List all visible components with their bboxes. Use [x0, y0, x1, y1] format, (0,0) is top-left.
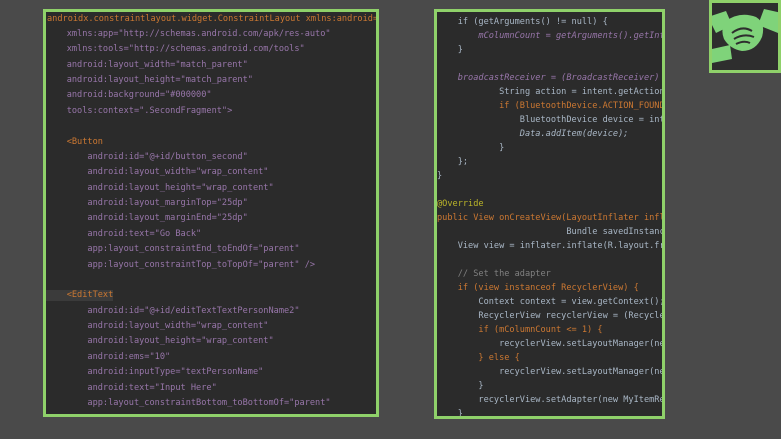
handshake-logo — [709, 0, 781, 73]
code-line: String action = intent.getAction() — [437, 87, 665, 97]
code-line: android:layout_width="match_parent" — [46, 60, 248, 70]
code-line: BluetoothDevice device = intent — [437, 115, 665, 125]
code-line: if (getArguments() != null) { — [437, 17, 608, 27]
code-line: public View onCreateView(LayoutInflater … — [437, 213, 665, 223]
code-line: android:text="Go Back" — [46, 229, 202, 239]
code-line: android:layout_height="match_parent" — [46, 75, 253, 85]
code-line: app:layout_constraintTop_toTopOf="parent… — [46, 260, 316, 270]
code-line: } — [437, 143, 505, 153]
code-line: android:layout_width="wrap_content" — [46, 167, 269, 177]
code-line: } — [437, 409, 463, 419]
code-line: Bundle savedInstanceS — [437, 227, 665, 237]
code-line: android:id="@+id/button_second" — [46, 152, 248, 162]
code-line: xmlns:tools="http://schemas.android.com/… — [46, 44, 305, 54]
code-line: tools:context=".SecondFragment"> — [46, 106, 233, 116]
code-line: android:ems="10" — [46, 352, 171, 362]
code-line: <Button — [46, 137, 103, 147]
code-line: } — [437, 45, 463, 55]
code-line: android:inputType="textPersonName" — [46, 367, 264, 377]
code-line: recyclerView.setLayoutManager(new — [437, 367, 665, 377]
code-line: recyclerView.setAdapter(new MyItemRecyc — [437, 395, 665, 405]
code-line: Data.addItem(device); — [437, 129, 629, 139]
code-line: broadcastReceiver = (BroadcastReceiver) … — [437, 73, 665, 83]
code-line: recyclerView.setLayoutManager(new — [437, 339, 665, 349]
code-line: android:layout_height="wrap_content" — [46, 336, 274, 346]
code-line: @Override — [437, 199, 484, 209]
code-line: <EditText — [46, 290, 114, 301]
code-line: android:background="#000000" — [46, 90, 212, 100]
code-line: androidx.constraintlayout.widget.Constra… — [47, 14, 379, 24]
code-line: } — [437, 381, 484, 391]
code-line: android:text="Input Here" — [46, 383, 217, 393]
java-code-panel: if (getArguments() != null) { mColumnCou… — [434, 9, 665, 419]
code-line: mColumnCount = getArguments().getInt(A — [437, 31, 665, 41]
code-line: Context context = view.getContext(); — [437, 297, 665, 307]
code-line: }; — [437, 157, 469, 167]
code-line: android:layout_marginTop="25dp" — [46, 198, 248, 208]
code-line: } — [437, 171, 443, 181]
code-line: android:layout_marginEnd="25dp" — [46, 213, 248, 223]
code-line: View view = inflater.inflate(R.layout.fr… — [437, 241, 665, 251]
code-line: android:id="@+id/editTextTextPersonName2… — [46, 306, 300, 316]
java-code-area: if (getArguments() != null) { mColumnCou… — [437, 12, 662, 416]
code-line: app:layout_constraintBottom_toBottomOf="… — [46, 398, 331, 408]
code-line: } else { — [437, 353, 520, 363]
code-line: app:layout_constraintEnd_toEndOf="parent… — [46, 244, 300, 254]
code-line: // Set the adapter — [437, 269, 551, 279]
code-line: if (BluetoothDevice.ACTION_FOUND.e — [437, 101, 665, 111]
code-line: android:layout_height="wrap_content" — [46, 183, 274, 193]
xml-code-area: androidx.constraintlayout.widget.Constra… — [46, 12, 376, 414]
handshake-icon — [712, 3, 778, 70]
xml-code-panel: androidx.constraintlayout.widget.Constra… — [43, 9, 379, 417]
code-line: xmlns:app="http://schemas.android.com/ap… — [46, 29, 331, 39]
code-line: if (mColumnCount <= 1) { — [437, 325, 603, 335]
code-line: RecyclerView recyclerView = (RecyclerVi — [437, 311, 665, 321]
code-line: if (view instanceof RecyclerView) { — [437, 283, 639, 293]
code-line: android:layout_width="wrap_content" — [46, 321, 269, 331]
